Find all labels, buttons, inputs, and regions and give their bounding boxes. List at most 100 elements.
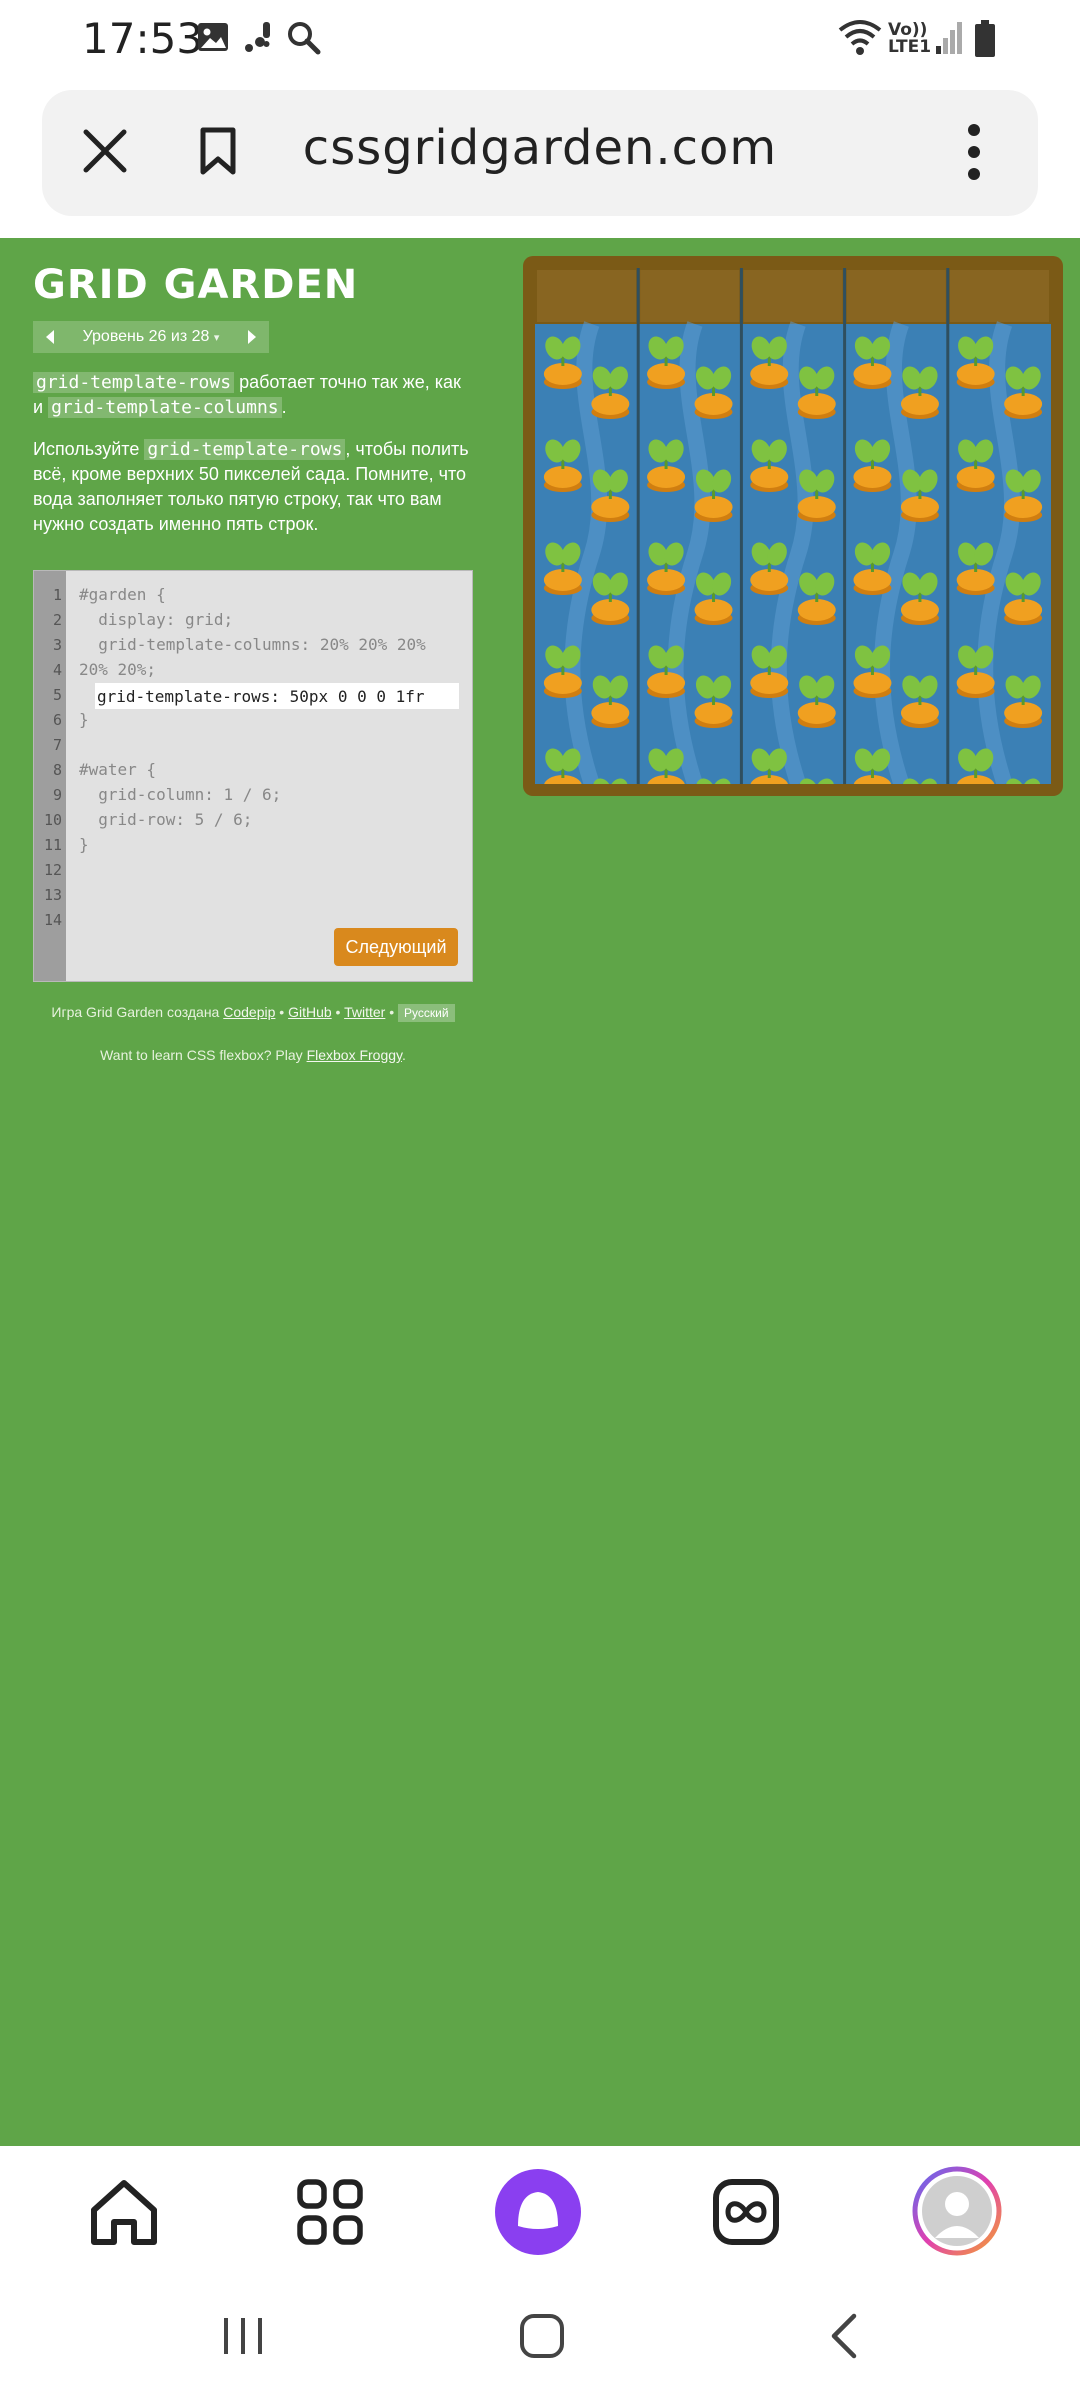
carrot bbox=[750, 569, 789, 591]
carrot bbox=[750, 466, 789, 488]
carrot bbox=[853, 466, 892, 488]
browser-toolbar: cssgridgarden.com bbox=[0, 80, 1080, 238]
level-indicator[interactable]: Уровень 26 из 28 ▾ bbox=[67, 328, 235, 346]
carrot bbox=[853, 363, 892, 385]
carrot bbox=[694, 599, 733, 621]
carrot bbox=[647, 672, 686, 694]
status-bar: 17:53 Vo)) LTE1 bbox=[0, 0, 1080, 80]
line-number: 10 bbox=[43, 811, 62, 829]
wifi-icon bbox=[838, 20, 882, 55]
carrot bbox=[900, 496, 939, 518]
gallery-icon bbox=[198, 23, 228, 51]
carrot bbox=[956, 466, 995, 488]
next-level-button[interactable]: Следующий bbox=[334, 928, 458, 966]
line-number: 8 bbox=[52, 761, 62, 779]
carrot bbox=[797, 496, 836, 518]
alice-assistant-icon[interactable] bbox=[494, 2168, 582, 2256]
previous-level-icon[interactable] bbox=[33, 321, 67, 353]
soil-cell bbox=[537, 270, 637, 322]
line-number: 11 bbox=[43, 836, 62, 854]
carrot bbox=[797, 599, 836, 621]
search-icon bbox=[288, 22, 321, 55]
code-editor: 1 2 3 4 5 6 7 8 9 10 11 12 13 14 #garden… bbox=[33, 570, 473, 982]
back-icon[interactable] bbox=[820, 2306, 868, 2366]
line-number: 7 bbox=[52, 736, 62, 754]
carrot bbox=[956, 672, 995, 694]
services-icon[interactable] bbox=[704, 2170, 788, 2254]
carrot bbox=[1004, 393, 1043, 415]
code-line: #water { bbox=[79, 760, 157, 779]
level-label: Уровень 26 из 28 bbox=[82, 328, 210, 345]
code-line: } bbox=[79, 710, 89, 729]
notification-icon bbox=[245, 22, 270, 52]
line-number: 2 bbox=[52, 611, 62, 629]
credits-line: Игра Grid Garden создана Codepip • GitHu… bbox=[33, 1004, 473, 1022]
code-line: 20% 20%; bbox=[79, 660, 157, 679]
carrot bbox=[1004, 496, 1043, 518]
code-snippet: grid-template-columns bbox=[48, 397, 282, 418]
carrot bbox=[900, 599, 939, 621]
carrot bbox=[853, 569, 892, 591]
code-line: #garden { bbox=[79, 585, 166, 604]
soil-cell bbox=[846, 270, 946, 322]
css-code-input[interactable] bbox=[95, 683, 459, 709]
instruction-paragraph-1: grid-template-rows работает точно так же… bbox=[33, 372, 461, 418]
codepip-link[interactable]: Codepip bbox=[223, 1004, 275, 1020]
url-text[interactable]: cssgridgarden.com bbox=[0, 120, 1080, 176]
carrot bbox=[1004, 702, 1043, 724]
language-selector[interactable]: Русский bbox=[398, 1004, 455, 1022]
browser-bottom-nav bbox=[0, 2146, 1080, 2276]
flexbox-froggy-link[interactable]: Flexbox Froggy bbox=[307, 1047, 402, 1063]
line-number-gutter: 1 2 3 4 5 6 7 8 9 10 11 12 13 14 bbox=[34, 571, 66, 981]
system-navigation-bar bbox=[0, 2276, 1080, 2400]
carrot bbox=[853, 672, 892, 694]
apps-grid-icon[interactable] bbox=[288, 2170, 372, 2254]
line-number: 5 bbox=[52, 686, 62, 704]
instruction-paragraph-2: Используйте grid-template-rows, чтобы по… bbox=[33, 439, 469, 534]
recent-apps-icon[interactable] bbox=[216, 2306, 270, 2366]
carrot bbox=[797, 393, 836, 415]
line-number: 9 bbox=[52, 786, 62, 804]
carrot bbox=[647, 569, 686, 591]
battery-icon bbox=[975, 20, 995, 57]
home-icon[interactable] bbox=[82, 2170, 166, 2254]
twitter-link[interactable]: Twitter bbox=[344, 1004, 385, 1020]
garden-grid bbox=[535, 268, 1051, 784]
github-link[interactable]: GitHub bbox=[288, 1004, 332, 1020]
carrot bbox=[543, 672, 582, 694]
carrot bbox=[750, 672, 789, 694]
profile-avatar-icon[interactable] bbox=[912, 2166, 1002, 2256]
carrot bbox=[647, 466, 686, 488]
carrot bbox=[797, 702, 836, 724]
code-line: grid-row: 5 / 6; bbox=[79, 810, 253, 829]
code-line: } bbox=[79, 835, 89, 854]
soil-cell bbox=[640, 270, 740, 322]
next-level-icon[interactable] bbox=[235, 321, 269, 353]
line-number: 3 bbox=[52, 636, 62, 654]
carrot bbox=[750, 363, 789, 385]
carrot bbox=[956, 569, 995, 591]
carrot bbox=[694, 702, 733, 724]
level-selector: Уровень 26 из 28 ▾ bbox=[33, 321, 269, 353]
line-number: 12 bbox=[43, 861, 62, 879]
line-number: 14 bbox=[43, 911, 62, 929]
carrot bbox=[1004, 599, 1043, 621]
carrot bbox=[900, 702, 939, 724]
soil-cell bbox=[743, 270, 843, 322]
flexbox-froggy-promo: Want to learn CSS flexbox? Play Flexbox … bbox=[100, 1047, 406, 1063]
garden-board bbox=[523, 256, 1063, 796]
carrot bbox=[591, 702, 630, 724]
network-indicator: Vo)) LTE1 bbox=[888, 20, 932, 57]
game-title: GRID GARDEN bbox=[33, 262, 359, 308]
signal-icon bbox=[936, 22, 962, 54]
code-line: display: grid; bbox=[79, 610, 234, 629]
more-options-icon[interactable] bbox=[962, 122, 986, 182]
status-time: 17:53 bbox=[82, 14, 204, 63]
carrot bbox=[647, 363, 686, 385]
code-line: grid-column: 1 / 6; bbox=[79, 785, 282, 804]
code-snippet: grid-template-rows bbox=[33, 372, 235, 393]
carrot bbox=[591, 496, 630, 518]
home-button-icon[interactable] bbox=[516, 2306, 568, 2366]
carrot bbox=[956, 363, 995, 385]
carrot bbox=[694, 393, 733, 415]
